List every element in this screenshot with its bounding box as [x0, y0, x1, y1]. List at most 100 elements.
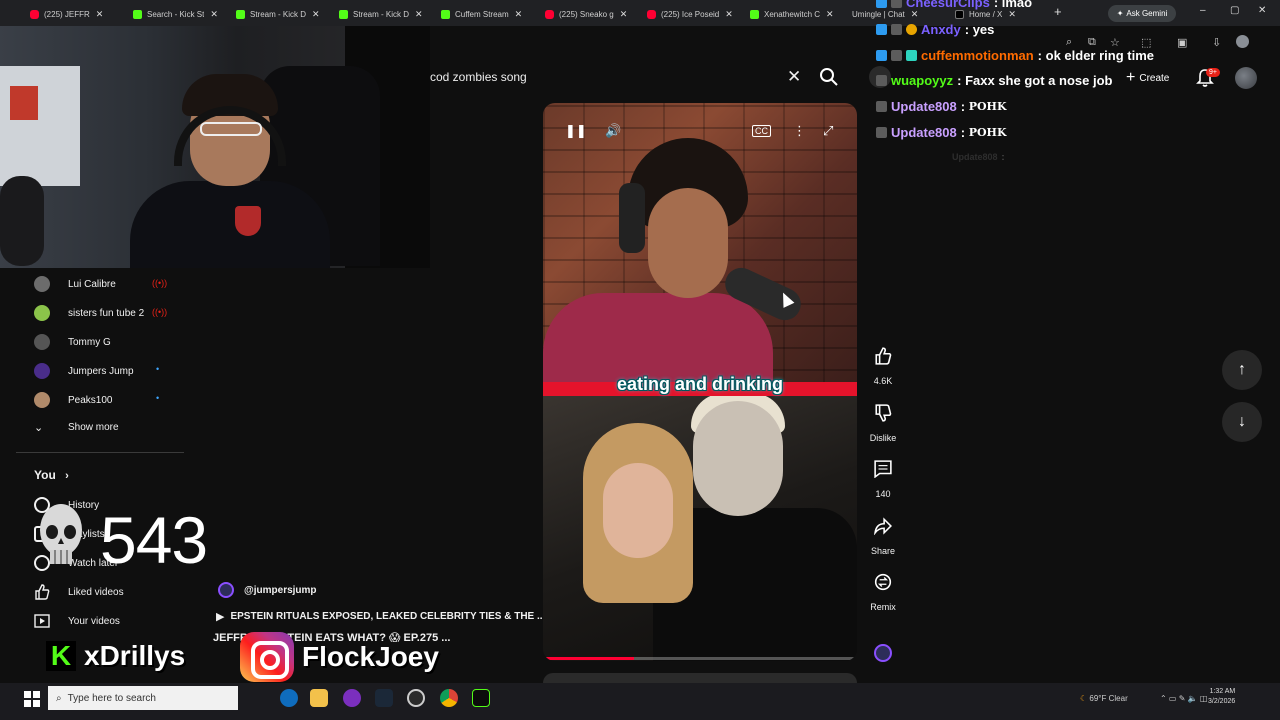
chat-message: Update808: POHK [876, 99, 1007, 114]
sidebar-item-sisters-fun-tube[interactable]: sisters fun tube 2 [34, 305, 144, 321]
play-icon: ▶ [216, 611, 225, 623]
browser-tab[interactable]: (225) JEFFR ✕ [30, 4, 103, 24]
file-explorer-icon[interactable] [310, 689, 328, 707]
channel-row[interactable]: @jumpersjump [218, 582, 317, 598]
weather-widget[interactable]: ☾ 69°F Clear [1080, 694, 1128, 703]
short-video-player[interactable]: eating and drinking ❚❚ 🔊 CC ⋮ ⤢ [543, 103, 857, 661]
youtube-icon [30, 9, 39, 19]
previous-short-button[interactable]: ↑ [1222, 350, 1262, 390]
instagram-logo-icon [240, 632, 294, 682]
tray-icons[interactable]: ⌃ ▭ ✎ 🔈 ◫ [1160, 694, 1207, 703]
sparkle-icon: ✦ [1116, 9, 1124, 18]
show-more-button[interactable]: ⌄ Show more [34, 421, 119, 434]
sidebar-item-your-videos[interactable]: Your videos [34, 613, 120, 629]
sidepanel-icon[interactable]: ▣ [1177, 36, 1187, 49]
profile-avatar[interactable] [1236, 35, 1249, 48]
chevron-right-icon: › [65, 470, 69, 482]
maximize-button[interactable]: ▢ [1230, 5, 1239, 16]
close-tab-icon[interactable]: ✕ [312, 9, 320, 20]
sidebar-item-liked-videos[interactable]: Liked videos [34, 584, 124, 600]
browser-tab[interactable]: (225) Ice Poseid ✕ [647, 4, 733, 24]
more-options-button[interactable]: ⋮ [793, 123, 806, 139]
arrow-up-icon: ↑ [1238, 361, 1246, 378]
you-section-heading[interactable]: You › [34, 468, 69, 482]
terminal-icon[interactable] [472, 689, 490, 707]
browser-tab[interactable]: Stream - Kick D ✕ [339, 4, 423, 24]
browser-tab[interactable]: (225) Sneako g ✕ [545, 4, 627, 24]
skull-icon [40, 504, 82, 564]
channel-avatar [34, 363, 50, 379]
close-tab-icon[interactable]: ✕ [911, 9, 919, 20]
browser-tab[interactable]: Stream - Kick D ✕ [236, 4, 320, 24]
badge-icon [876, 0, 887, 8]
close-tab-icon[interactable]: ✕ [515, 9, 523, 20]
browser-tab[interactable]: Xenathewitch C ✕ [750, 4, 834, 24]
sidebar-divider [16, 452, 184, 453]
gift-icon [906, 50, 917, 61]
progress-fill [543, 657, 635, 660]
sidebar-item-lui-calibre[interactable]: Lui Calibre [34, 276, 116, 292]
like-button[interactable]: 4.6K [866, 339, 900, 386]
progress-bar[interactable] [543, 657, 857, 660]
windows-start-icon[interactable] [24, 691, 40, 707]
user-avatar[interactable] [1235, 67, 1257, 89]
sword-icon [891, 0, 902, 8]
close-window-button[interactable]: ✕ [1258, 5, 1266, 16]
remix-button[interactable]: Remix [866, 565, 900, 612]
search-icon: ⌕ [56, 692, 62, 704]
notification-badge: 9+ [1206, 68, 1220, 77]
captions-button[interactable]: CC [752, 125, 771, 137]
channel-avatar [34, 305, 50, 321]
system-clock[interactable]: 1:32 AM 3/2/2026 [1208, 687, 1235, 707]
sword-icon [891, 24, 902, 35]
close-tab-icon[interactable]: ✕ [725, 9, 733, 20]
thumbs-down-icon [875, 404, 892, 422]
search-input[interactable]: cod zombies song [430, 70, 527, 84]
search-icon [820, 68, 838, 86]
close-tab-icon[interactable]: ✕ [826, 9, 834, 20]
comments-button[interactable]: 140 [866, 452, 900, 499]
sidebar-item-peaks100[interactable]: Peaks100 [34, 392, 112, 408]
chat-message: CheesurClips: lmao [876, 0, 1032, 10]
close-tab-icon[interactable]: ✕ [415, 9, 423, 20]
browser-tab[interactable]: Search - Kick St ✕ [133, 4, 218, 24]
badge-icon [876, 24, 887, 35]
new-content-dot: • [156, 393, 160, 403]
edge-icon[interactable] [280, 689, 298, 707]
cc-icon: CC [755, 126, 768, 136]
create-button[interactable]: + Create [1118, 67, 1177, 89]
sidebar-item-tommy-g[interactable]: Tommy G [34, 334, 111, 350]
new-tab-button[interactable]: + [1054, 4, 1062, 19]
volume-button[interactable]: 🔊 [605, 123, 621, 139]
close-tab-icon[interactable]: ✕ [210, 9, 218, 20]
more-vert-icon: ⋮ [793, 123, 806, 138]
kick-icon [339, 9, 348, 19]
ask-gemini-button[interactable]: ✦ Ask Gemini [1108, 5, 1176, 22]
search-button[interactable] [818, 66, 840, 88]
close-tab-icon[interactable]: ✕ [96, 9, 104, 20]
pause-button[interactable]: ❚❚ [565, 123, 587, 139]
downloads-icon[interactable]: ⇩ [1212, 36, 1221, 49]
arrow-down-icon: ↓ [1238, 413, 1246, 430]
browser-tab[interactable]: Cuffem Stream ✕ [441, 4, 522, 24]
app-icon[interactable] [343, 689, 361, 707]
minimize-button[interactable]: – [1200, 5, 1206, 16]
emote-text: POHK [968, 126, 1007, 139]
chrome-icon[interactable] [440, 689, 458, 707]
youtube-icon [545, 9, 554, 19]
sidebar-item-jumpers-jump[interactable]: Jumpers Jump [34, 363, 134, 379]
close-tab-icon[interactable]: ✕ [620, 9, 628, 20]
video-title-row[interactable]: ▶ EPSTEIN RITUALS EXPOSED, LEAKED CELEBR… [216, 610, 545, 623]
taskbar-search[interactable]: ⌕ Type here to search [48, 686, 238, 710]
steam-icon[interactable] [375, 689, 393, 707]
close-tab-icon[interactable]: ✕ [1008, 9, 1016, 20]
pause-icon: ❚❚ [565, 123, 587, 138]
sword-icon [876, 101, 887, 112]
clear-search-button[interactable]: ✕ [787, 67, 801, 87]
channel-avatar-button[interactable] [866, 636, 900, 670]
fullscreen-button[interactable]: ⤢ [823, 123, 833, 139]
obs-icon[interactable] [407, 689, 425, 707]
share-button[interactable]: Share [866, 509, 900, 556]
dislike-button[interactable]: Dislike [866, 396, 900, 443]
next-short-button[interactable]: ↓ [1222, 402, 1262, 442]
